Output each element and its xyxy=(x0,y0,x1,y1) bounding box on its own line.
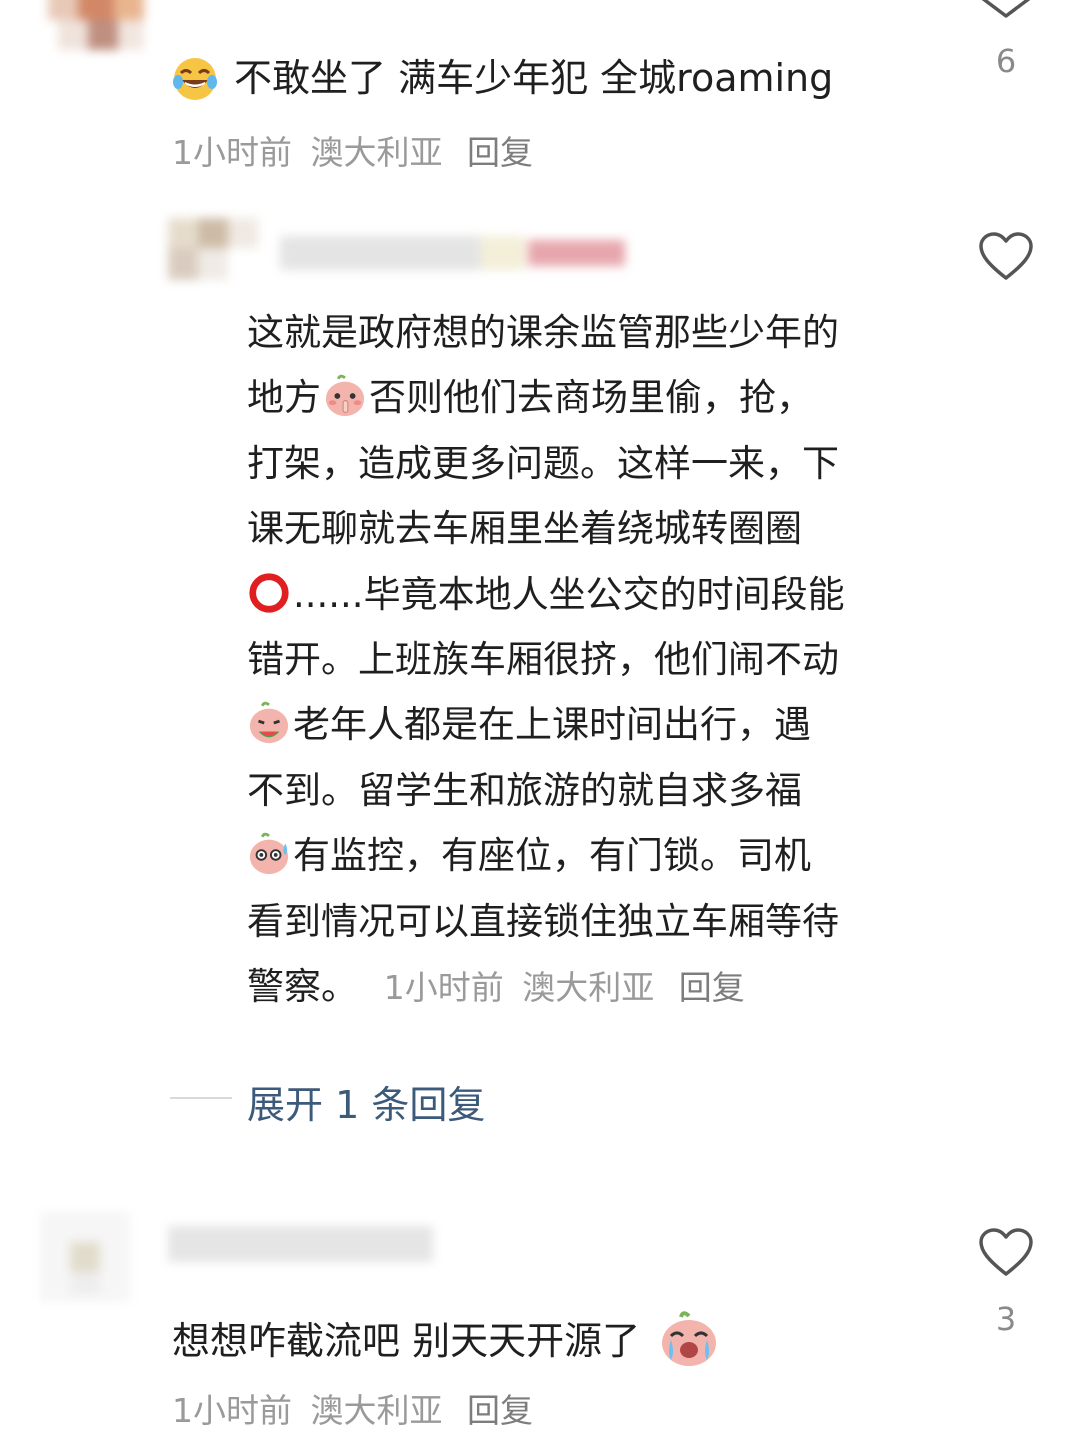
reply-button[interactable]: 回复 xyxy=(467,1391,533,1430)
expand-divider xyxy=(170,1097,232,1099)
text-line: 课无聊就去车厢里坐着绕城转圈圈 xyxy=(247,507,802,551)
timestamp: 1小时前 xyxy=(383,967,504,1007)
like-count: 6 xyxy=(995,42,1017,80)
avatar[interactable] xyxy=(48,0,144,50)
heart-icon[interactable] xyxy=(978,1228,1034,1278)
text-line: 看到情况可以直接锁住独立车厢等待 xyxy=(247,899,839,943)
comment-meta: 1小时前 澳大利亚 回复 xyxy=(172,126,533,174)
heart-icon[interactable] xyxy=(978,232,1034,282)
comment-body: 想想咋截流吧 别天天开源了 xyxy=(172,1310,719,1368)
red-circle-icon xyxy=(249,572,289,613)
text-line: ......毕竟本地人坐公交的时间段能 xyxy=(247,562,947,627)
watermelon-peach-emoji xyxy=(249,702,289,744)
crying-peach-emoji xyxy=(662,1311,717,1366)
text-line: 错开。上班族车厢很挤，他们闹不动 xyxy=(247,637,839,681)
text-line: 打架，造成更多问题。这样一来，下 xyxy=(247,441,839,485)
joy-tears-emoji xyxy=(173,58,217,100)
reply-button[interactable]: 回复 xyxy=(679,968,745,1007)
comment-text: 想想咋截流吧 别天天开源了 xyxy=(172,1319,641,1363)
text-line: 警察。 1小时前 澳大利亚 回复 xyxy=(247,964,745,1008)
avatar[interactable] xyxy=(168,218,258,280)
comment-text: 不敢坐了 满车少年犯 全城roaming xyxy=(234,56,834,100)
location: 澳大利亚 xyxy=(310,133,443,172)
text-line: 有监控，有座位，有门锁。司机 xyxy=(247,823,947,888)
username[interactable] xyxy=(168,1226,433,1262)
avatar[interactable] xyxy=(40,1212,130,1302)
like-count: 3 xyxy=(995,1300,1017,1338)
timestamp: 1小时前 xyxy=(172,1391,292,1430)
sweat-peach-emoji xyxy=(249,832,289,875)
expand-replies-button[interactable]: 展开 1 条回复 xyxy=(247,1074,485,1129)
location: 澳大利亚 xyxy=(522,967,655,1007)
username[interactable] xyxy=(280,236,625,270)
reply-text: 这就是政府想的课余监管那些少年的 地方 否则他们去商场里偷，抢， 打架，造成更多… xyxy=(247,300,947,1019)
reply-button[interactable]: 回复 xyxy=(467,133,533,172)
text-line: 老年人都是在上课时间出行，遇 xyxy=(247,692,947,757)
text-line: 不到。留学生和旅游的就自求多福 xyxy=(247,768,802,812)
comment-meta: 1小时前 澳大利亚 回复 xyxy=(172,1384,533,1432)
timestamp: 1小时前 xyxy=(172,133,292,172)
location: 澳大利亚 xyxy=(310,1391,443,1430)
text-line: 地方 否则他们去商场里偷，抢， xyxy=(247,375,813,420)
heart-icon[interactable] xyxy=(978,0,1034,20)
comment-meta: 1小时前 澳大利亚 回复 xyxy=(384,968,745,1007)
shush-peach-emoji xyxy=(325,375,365,417)
text-line: 这就是政府想的课余监管那些少年的 xyxy=(247,311,839,354)
